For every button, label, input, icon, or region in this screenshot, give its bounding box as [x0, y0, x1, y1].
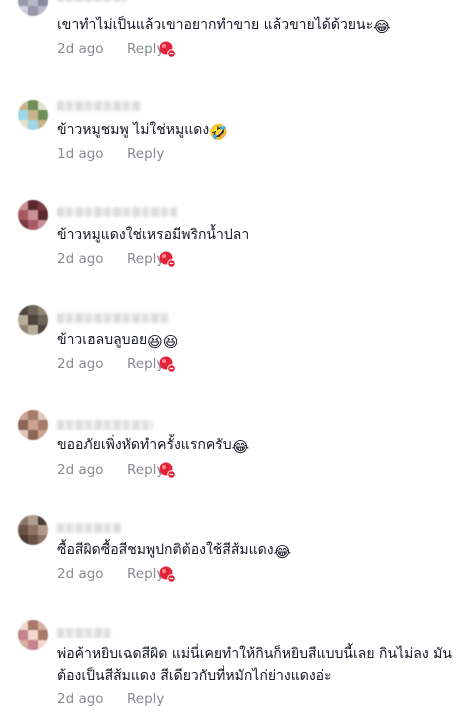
avatar[interactable] [18, 515, 48, 545]
emoji: 🤣 [209, 123, 228, 141]
comment-text: ขออภัยเพิ่งหัดทำครั้งแรกครับ😂 [57, 434, 455, 458]
comment-text-content: ข้าวหมูชมพู ไม่ใช่หมูแดง [57, 122, 210, 138]
comment-text: เขาทำไม่เป็นแล้วเขาอยากทำขาย แล้วขายได้ด… [57, 14, 455, 38]
emoji: 😂 [273, 543, 292, 561]
username-blurred[interactable] [57, 523, 121, 533]
comment-date: 2d ago [57, 566, 104, 582]
comment-text: ซื้อสีผิดซื้อสีชมพูปกติต้องใช้สีส้มแดง😂 [57, 539, 455, 563]
comment-date: 2d ago [57, 356, 104, 372]
comment-date: 1d ago [57, 146, 104, 162]
comment-meta: 1d ago Reply [57, 144, 164, 164]
avatar[interactable] [18, 410, 48, 440]
comment-text-content: ข้าวหมูแดงใช่เหรอมีพริกน้ำปลา [57, 227, 250, 243]
avatar[interactable] [18, 305, 48, 335]
comment-text: ข้าวเฮลบลูบอย😆😆 [57, 329, 455, 353]
comment-date: 2d ago [57, 41, 104, 57]
comment-text-content: ข้าวเฮลบลูบอย [57, 332, 148, 348]
avatar[interactable] [18, 620, 48, 650]
comment-meta: 2d ago Reply [57, 564, 164, 584]
red-sticker-reaction-icon[interactable] [158, 355, 176, 373]
comment-text-content: ซื้อสีผิดซื้อสีชมพูปกติต้องใช้สีส้มแดง [57, 542, 274, 558]
emoji: 😆 [147, 333, 163, 351]
comment-text-content: เขาทำไม่เป็นแล้วเขาอยากทำขาย แล้วขายได้ด… [57, 17, 374, 33]
comment-text: ข้าวหมูแดงใช่เหรอมีพริกน้ำปลา [57, 224, 455, 246]
comment-date: 2d ago [57, 251, 104, 267]
comment-text-content: ขออภัยเพิ่งหัดทำครั้งแรกครับ [57, 437, 232, 453]
red-sticker-reaction-icon[interactable] [158, 40, 176, 58]
reply-button[interactable]: Reply [127, 691, 164, 707]
comment-date: 2d ago [57, 462, 104, 478]
username-blurred[interactable] [57, 628, 111, 638]
comment-meta: 2d ago Reply [57, 354, 164, 374]
username-blurred[interactable] [57, 207, 177, 217]
red-sticker-reaction-icon[interactable] [158, 565, 176, 583]
red-sticker-reaction-icon[interactable] [158, 250, 176, 268]
avatar[interactable] [18, 200, 48, 230]
username-blurred[interactable] [57, 420, 153, 430]
emoji: 😂 [231, 438, 250, 456]
comment-text: พ่อค้าหยิบเฉดสีผิด แม่นี่เคยทำให้กินก็หย… [57, 643, 455, 687]
comment-meta: 2d ago Reply [57, 460, 164, 480]
username-blurred[interactable] [57, 313, 169, 323]
username-blurred[interactable] [57, 101, 141, 111]
avatar[interactable] [18, 100, 48, 130]
comment-meta: 2d ago Reply [57, 249, 164, 269]
emoji: 😂 [373, 18, 391, 36]
comment-meta: 2d ago Reply [57, 689, 164, 709]
reply-button[interactable]: Reply [127, 146, 164, 162]
username-blurred[interactable] [57, 0, 127, 2]
red-sticker-reaction-icon[interactable] [158, 461, 176, 479]
avatar[interactable] [18, 0, 48, 16]
comment-text-content: พ่อค้าหยิบเฉดสีผิด แม่นี่เคยทำให้กินก็หย… [57, 646, 452, 684]
comment-meta: 2d ago Reply [57, 39, 164, 59]
comment-text: ข้าวหมูชมพู ไม่ใช่หมูแดง🤣 [57, 119, 455, 143]
emoji: 😆 [162, 333, 179, 351]
comment-date: 2d ago [57, 691, 104, 707]
